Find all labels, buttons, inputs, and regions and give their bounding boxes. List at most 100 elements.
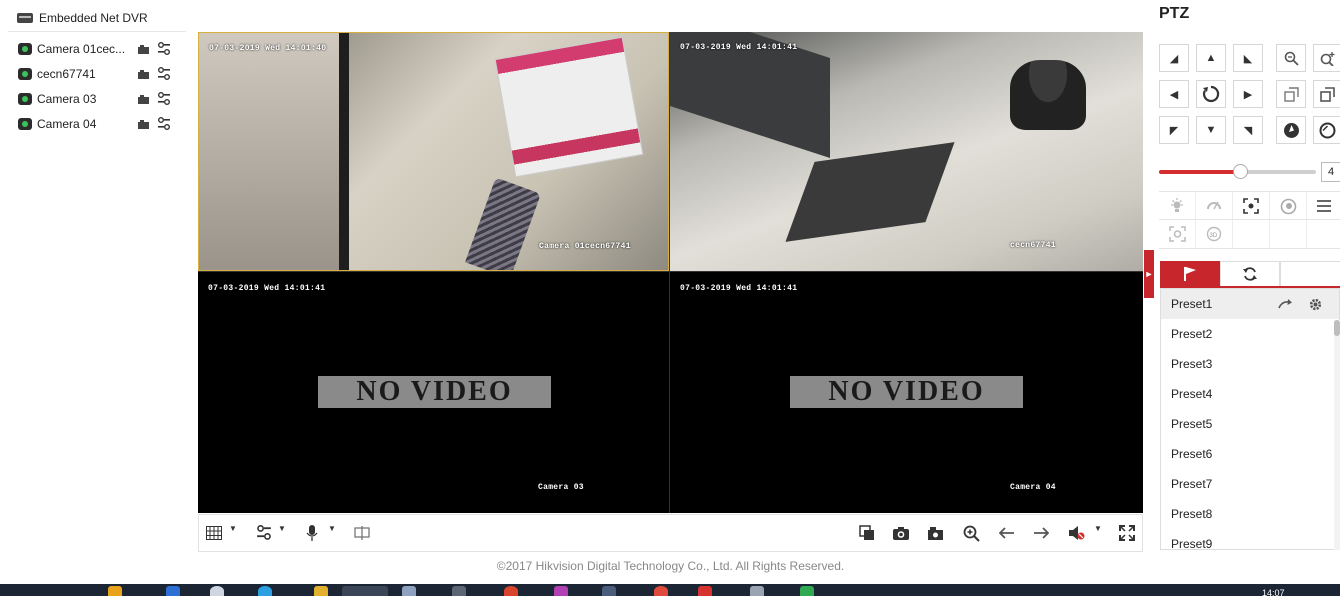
preset-list: Preset1 Preset2 Preset3 Preset4 Preset5 … (1160, 288, 1340, 550)
ptz-right-button[interactable]: ▶ (1233, 80, 1263, 108)
taskbar-app-icon[interactable] (258, 586, 272, 596)
arrow-up-left-icon: ◢ (1169, 52, 1179, 65)
call-preset-icon[interactable] (1277, 296, 1293, 312)
tree-root-dvr[interactable]: Embedded Net DVR (17, 10, 148, 26)
wiper-button[interactable] (1196, 192, 1233, 220)
window-layout-icon[interactable] (205, 523, 223, 543)
zoom-out-button[interactable] (1276, 44, 1306, 72)
scrollbar-thumb[interactable] (1334, 320, 1340, 336)
lens-init-icon (1280, 198, 1296, 214)
taskbar-app-icon[interactable] (166, 586, 180, 596)
channel-settings-icon[interactable] (157, 67, 171, 80)
iris-close-button[interactable] (1276, 116, 1306, 144)
taskbar-app-icon[interactable] (800, 586, 814, 596)
fullscreen-icon[interactable] (1117, 523, 1137, 543)
previous-page-icon[interactable] (997, 523, 1017, 543)
stop-all-preview-icon[interactable] (857, 523, 877, 543)
record-all-icon[interactable] (925, 523, 945, 543)
start-recording-icon[interactable] (136, 118, 150, 130)
chevron-down-icon[interactable]: ▼ (328, 524, 336, 533)
capture-icon[interactable] (891, 523, 911, 543)
manual-track-button[interactable] (1159, 220, 1196, 248)
volume-muted-icon[interactable] (1067, 523, 1087, 543)
preset-item[interactable]: Preset9 (1161, 529, 1339, 549)
collapse-ptz-button[interactable]: ► (1144, 250, 1154, 298)
video-pane[interactable]: 07-03-2019 Wed 14:01:41 NO VIDEO Camera … (198, 272, 669, 513)
zoom-in-button[interactable] (1313, 44, 1340, 72)
iris-open-button[interactable] (1313, 116, 1340, 144)
taskbar-app-icon[interactable] (314, 586, 328, 596)
ptz-tabs (1160, 261, 1340, 288)
ptz-down-button[interactable]: ▼ (1196, 116, 1226, 144)
taskbar-app-icon[interactable] (554, 586, 568, 596)
focus-near-button[interactable] (1276, 80, 1306, 108)
next-page-icon[interactable] (1031, 523, 1051, 543)
preset-item[interactable]: Preset4 (1161, 379, 1339, 409)
preset-item[interactable]: Preset5 (1161, 409, 1339, 439)
channel-settings-icon[interactable] (157, 92, 171, 105)
channel-settings-icon[interactable] (157, 117, 171, 130)
start-recording-icon[interactable] (136, 68, 150, 80)
taskbar-app-icon[interactable] (210, 586, 224, 596)
gear-icon[interactable] (1307, 296, 1323, 312)
ptz-speed-value[interactable]: 4 (1321, 162, 1340, 182)
tab-preset[interactable] (1160, 261, 1221, 286)
preset-label: Preset4 (1171, 387, 1213, 401)
preset-item[interactable]: Preset1 (1161, 289, 1339, 319)
taskbar-app-icon[interactable] (698, 586, 712, 596)
preset-item[interactable]: Preset3 (1161, 349, 1339, 379)
taskbar-app-icon[interactable] (750, 586, 764, 596)
taskbar-app-icon[interactable] (108, 586, 122, 596)
focus-far-button[interactable] (1313, 80, 1340, 108)
preset-item[interactable]: Preset2 (1161, 319, 1339, 349)
tab-patrol[interactable] (1220, 261, 1281, 286)
ptz-speed-handle[interactable] (1233, 164, 1248, 179)
video-enhance-icon[interactable] (353, 523, 371, 543)
stream-type-icon[interactable] (255, 523, 273, 543)
microphone-icon[interactable] (303, 523, 321, 543)
tree-camera-item[interactable]: Camera 03 (18, 90, 178, 108)
ptz-up-left-button[interactable]: ◢ (1159, 44, 1189, 72)
scene-door (199, 33, 349, 270)
preset-item[interactable]: Preset8 (1161, 499, 1339, 529)
taskbar-app-icon[interactable] (504, 586, 518, 596)
taskbar-app-icon[interactable] (402, 586, 416, 596)
chevron-down-icon[interactable]: ▼ (278, 524, 286, 533)
channel-settings-icon[interactable] (157, 42, 171, 55)
video-pane[interactable]: 07-03-2019 Wed 14:01:40 Camera 01cecn677… (198, 32, 669, 271)
ptz-speed-slider[interactable] (1159, 164, 1316, 179)
tree-camera-item[interactable]: Camera 01cec... (18, 40, 178, 58)
chevron-down-icon[interactable]: ▼ (229, 524, 237, 533)
taskbar-app-active[interactable] (342, 586, 388, 596)
tree-camera-item[interactable]: Camera 04 (18, 115, 178, 133)
camera-online-icon (18, 43, 32, 55)
start-recording-icon[interactable] (136, 43, 150, 55)
preset-scrollbar[interactable] (1334, 320, 1340, 550)
ptz-down-left-button[interactable]: ◤ (1159, 116, 1189, 144)
video-pane[interactable]: 07-03-2019 Wed 14:01:41 cecn67741 (670, 32, 1143, 271)
digital-zoom-icon[interactable] (961, 523, 981, 543)
ptz-down-right-button[interactable]: ◥ (1233, 116, 1263, 144)
auxiliary-focus-button[interactable] (1233, 192, 1270, 220)
start-recording-icon[interactable] (136, 93, 150, 105)
video-toolbar: ▼ ▼ ▼ ▼ (198, 514, 1143, 552)
ptz-auto-button[interactable] (1196, 80, 1226, 108)
taskbar-app-icon[interactable] (452, 586, 466, 596)
preset-item[interactable]: Preset7 (1161, 469, 1339, 499)
ptz-left-button[interactable]: ◀ (1159, 80, 1189, 108)
tree-camera-item[interactable]: cecn67741 (18, 65, 178, 83)
taskbar-app-icon[interactable] (654, 586, 668, 596)
ptz-up-right-button[interactable]: ◣ (1233, 44, 1263, 72)
lens-init-button[interactable] (1270, 192, 1307, 220)
chevron-down-icon[interactable]: ▼ (1094, 524, 1102, 533)
video-pane[interactable]: 07-03-2019 Wed 14:01:41 NO VIDEO Camera … (670, 272, 1143, 513)
3d-zoom-button[interactable]: 3D (1196, 220, 1233, 248)
ptz-empty-slot (1307, 220, 1340, 248)
ptz-menu-button[interactable] (1307, 192, 1340, 220)
preset-label: Preset2 (1171, 327, 1213, 341)
preset-item[interactable]: Preset6 (1161, 439, 1339, 469)
taskbar-app-icon[interactable] (602, 586, 616, 596)
light-button[interactable] (1159, 192, 1196, 220)
tab-pattern[interactable] (1280, 261, 1340, 286)
ptz-up-button[interactable]: ▲ (1196, 44, 1226, 72)
